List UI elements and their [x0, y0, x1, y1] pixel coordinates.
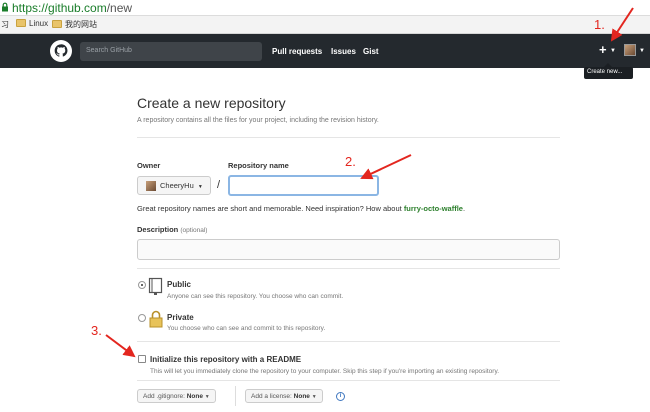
arrow-3: [105, 334, 136, 358]
nav-pull-requests[interactable]: Pull requests: [272, 47, 322, 56]
address-url: https://github.com/new: [12, 1, 132, 15]
annotation-step-2: 2.: [345, 154, 356, 169]
owner-repo-separator: /: [217, 179, 221, 191]
github-logo-icon[interactable]: [50, 40, 72, 62]
nav-gist[interactable]: Gist: [363, 47, 379, 56]
divider: [137, 268, 560, 269]
bookmark-label: 我的网站: [65, 20, 97, 29]
bookmark-label: Linux: [29, 19, 49, 28]
private-title: Private: [167, 313, 194, 322]
address-bar[interactable]: https://github.com/new: [0, 0, 650, 16]
repo-name-input[interactable]: [228, 175, 379, 196]
repo-book-icon: [148, 277, 163, 295]
divider: [235, 386, 236, 406]
name-suggestion-link[interactable]: furry-octo-waffle: [404, 204, 463, 213]
chevron-down-icon: ▼: [610, 48, 616, 54]
owner-label: Owner: [137, 161, 161, 170]
readme-title: Initialize this repository with a README: [150, 355, 302, 364]
page-title: Create a new repository: [137, 95, 286, 111]
license-value: None: [293, 393, 310, 400]
license-label: Add a license:: [251, 393, 292, 400]
gitignore-label: Add .gitignore:: [143, 393, 185, 400]
chevron-down-icon: ▼: [311, 394, 317, 400]
license-select[interactable]: Add a license: None ▼: [245, 389, 323, 403]
bookmark-folder-site[interactable]: 我的网站: [52, 19, 97, 30]
info-icon[interactable]: i: [336, 392, 345, 401]
create-new-button[interactable]: +: [599, 43, 607, 57]
owner-select[interactable]: CheeryHu ▼: [137, 176, 211, 195]
nav-issues[interactable]: Issues: [331, 47, 356, 56]
description-label: Description (optional): [137, 225, 208, 234]
folder-icon: [16, 19, 26, 27]
url-host: https://github.com: [12, 1, 107, 15]
avatar[interactable]: [624, 44, 636, 56]
bookmark-folder-linux[interactable]: Linux: [16, 19, 48, 28]
create-new-tooltip: Create new...: [584, 63, 633, 79]
lock-icon: [2, 2, 8, 12]
avatar: [146, 181, 156, 191]
private-description: You choose who can see and commit to thi…: [167, 325, 326, 332]
url-path: /new: [106, 1, 133, 15]
divider: [137, 341, 560, 342]
bookmark-item[interactable]: 习: [1, 19, 9, 30]
annotation-step-1: 1.: [594, 17, 605, 32]
gitignore-select[interactable]: Add .gitignore: None ▼: [137, 389, 216, 403]
chevron-down-icon: ▼: [639, 48, 645, 54]
readme-checkbox[interactable]: [138, 355, 146, 363]
hint-suffix: .: [462, 204, 466, 213]
divider: [137, 380, 560, 381]
search-input[interactable]: Search GitHub: [80, 42, 262, 61]
owner-value: CheeryHu: [160, 181, 194, 190]
bookmarks-bar: 习 Linux 我的网站: [0, 16, 650, 34]
chevron-down-icon: ▼: [197, 184, 203, 190]
public-description: Anyone can see this repository. You choo…: [167, 293, 344, 300]
private-radio[interactable]: [138, 314, 146, 322]
chevron-down-icon: ▼: [204, 394, 210, 400]
annotation-step-3: 3.: [91, 323, 102, 338]
repo-name-label: Repository name: [228, 161, 289, 170]
name-hint: Great repository names are short and mem…: [137, 204, 465, 213]
optional-note: (optional): [180, 227, 208, 234]
folder-icon: [52, 20, 62, 28]
public-title: Public: [167, 280, 192, 289]
divider: [137, 137, 560, 138]
lock-icon: [149, 310, 163, 328]
public-radio[interactable]: [138, 281, 146, 289]
gitignore-value: None: [186, 393, 203, 400]
bookmark-label: 习: [1, 20, 9, 29]
hint-text: Great repository names are short and mem…: [137, 204, 404, 213]
page-subtitle: A repository contains all the files for …: [137, 117, 379, 124]
description-input[interactable]: [137, 239, 560, 260]
readme-description: This will let you immediately clone the …: [150, 368, 500, 375]
